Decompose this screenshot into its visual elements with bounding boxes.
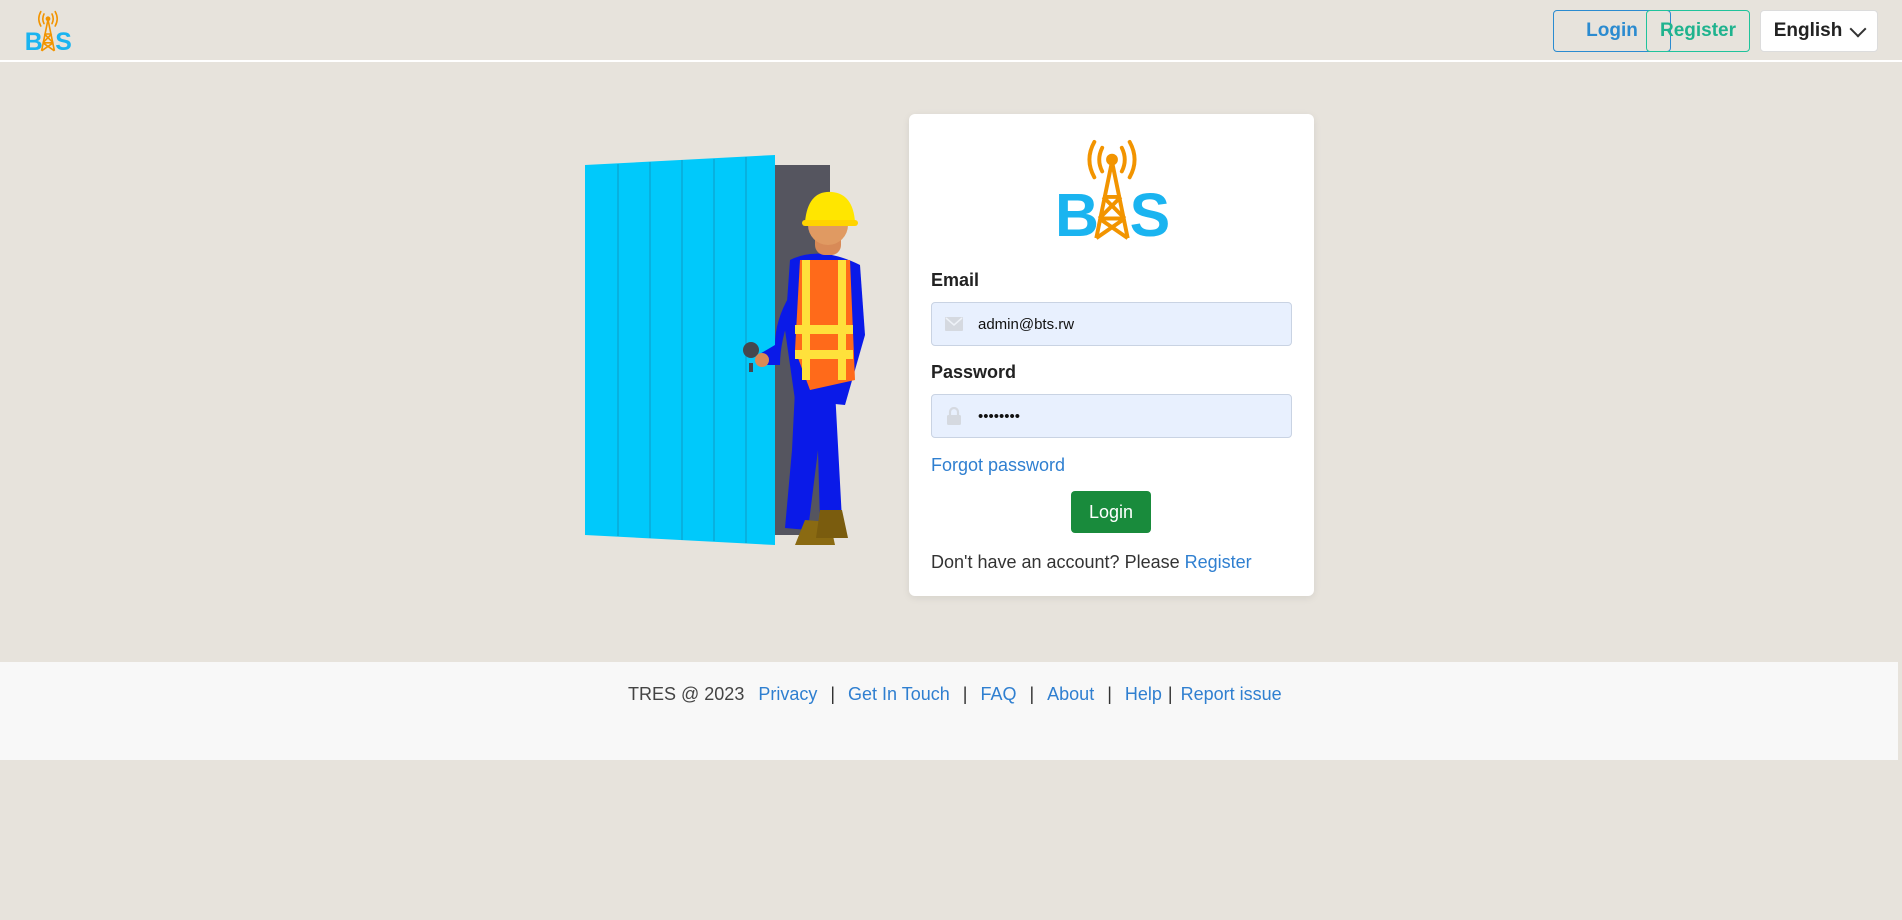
envelope-icon: [944, 314, 964, 334]
login-card: B S Email Password Forgot password Login…: [909, 114, 1314, 596]
footer-separator: |: [1029, 684, 1035, 704]
footer-link-help[interactable]: Help: [1125, 684, 1162, 705]
password-field[interactable]: [931, 394, 1292, 438]
svg-text:B: B: [1055, 181, 1099, 246]
email-field[interactable]: [931, 302, 1292, 346]
bts-logo-icon: B S: [1055, 139, 1171, 246]
top-navbar: B S Login Register English: [0, 0, 1902, 62]
svg-text:S: S: [55, 29, 72, 54]
language-select[interactable]: English: [1760, 10, 1878, 52]
login-submit-button[interactable]: Login: [1071, 491, 1151, 533]
footer-separator: |: [1167, 684, 1173, 704]
footer-link-report-issue[interactable]: Report issue: [1181, 684, 1282, 705]
svg-text:B: B: [25, 29, 43, 54]
footer-separator: |: [1107, 684, 1112, 704]
footer-link-faq[interactable]: FAQ: [980, 684, 1016, 705]
header-login-label: Login: [1586, 20, 1638, 41]
svg-text:S: S: [1130, 181, 1171, 246]
copyright-text: TRES @ 2023: [628, 684, 745, 704]
register-link[interactable]: Register: [1185, 552, 1252, 572]
register-prompt: Don't have an account? Please Register: [931, 552, 1252, 573]
footer-link-about[interactable]: About: [1047, 684, 1094, 705]
header-register-label: Register: [1659, 20, 1737, 41]
footer-separator: |: [830, 684, 836, 704]
footer-separator: |: [962, 684, 968, 704]
no-account-text: Don't have an account? Please: [931, 552, 1180, 572]
language-label: English: [1773, 20, 1843, 41]
email-label: Email: [931, 270, 980, 290]
worker-door-illustration: [585, 155, 865, 545]
footer-link-get-in-touch[interactable]: Get In Touch: [848, 684, 950, 705]
email-input[interactable]: [976, 314, 1280, 334]
footer: TRES @ 2023 Privacy | Get In Touch | FAQ…: [0, 662, 1898, 760]
bts-logo-icon[interactable]: B S: [24, 10, 72, 54]
lock-icon: [944, 406, 964, 426]
password-input[interactable]: [976, 406, 1280, 426]
footer-link-privacy[interactable]: Privacy: [758, 684, 817, 705]
header-register-button[interactable]: Register: [1646, 10, 1750, 52]
chevron-down-icon: [1849, 20, 1867, 37]
forgot-password-link[interactable]: Forgot password: [931, 455, 1065, 476]
password-label: Password: [931, 362, 1017, 382]
footer-links: TRES @ 2023 Privacy | Get In Touch | FAQ…: [628, 684, 1282, 705]
